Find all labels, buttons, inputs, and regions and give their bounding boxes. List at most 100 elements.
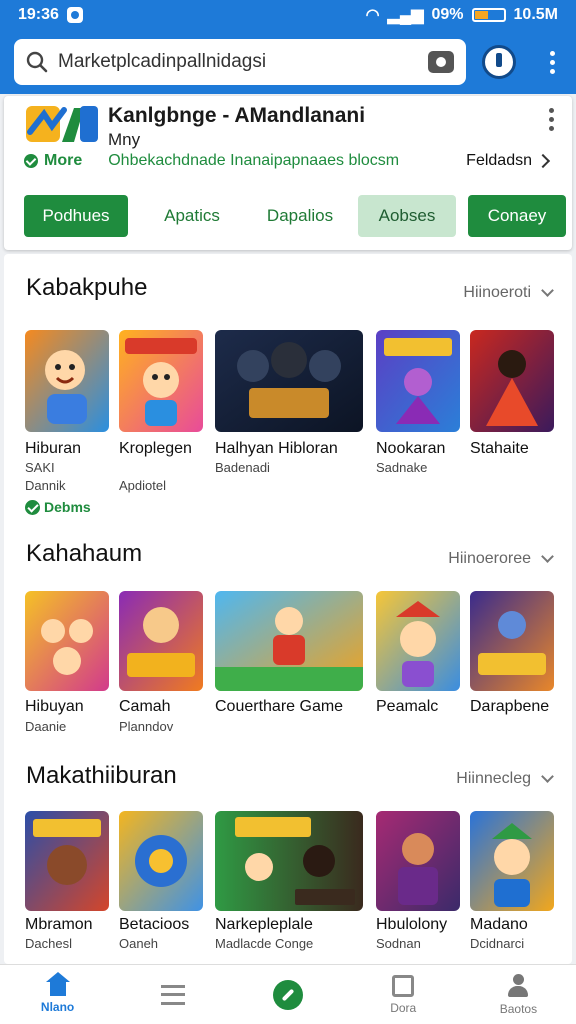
game-label: Madano <box>470 916 528 933</box>
game-tile-hbulolony[interactable] <box>376 811 460 911</box>
game-label: Camah <box>119 698 171 715</box>
verified-icon <box>24 154 38 168</box>
game-tile-betacioos[interactable] <box>119 811 203 911</box>
nav-home[interactable]: Nlano <box>0 965 115 1024</box>
game-tile-darapbene[interactable] <box>470 591 554 691</box>
game-tile-couerthare-game[interactable] <box>215 591 363 691</box>
notification-app-icon <box>66 7 83 23</box>
game-label: Peamalc <box>376 698 439 715</box>
game-label: Kroplegen <box>119 440 192 457</box>
game-tile-mbramon[interactable] <box>25 811 109 911</box>
chevron-down-icon <box>541 284 554 297</box>
game-sublabel: SAKI <box>25 460 55 475</box>
game-sublabel: Badenadi <box>215 460 270 475</box>
game-tile-halhyan-hibloran[interactable] <box>215 330 363 432</box>
nav-profile[interactable]: Baotos <box>461 965 576 1024</box>
chip-dapalios[interactable]: Dapalios <box>246 195 354 237</box>
app-description-row[interactable]: More Ohbekachdnade Inanaipapnaaes blocsm… <box>24 152 554 170</box>
game-label: Nookaran <box>376 440 446 457</box>
section-more-button[interactable]: Hiinnecleg <box>456 770 554 788</box>
nav-dora-label: Dora <box>390 1000 417 1015</box>
app-header-card: Kanlgbnge - AMandlanani Mny More Ohbekac… <box>4 96 572 250</box>
section-title: Kahahaum <box>26 540 143 567</box>
chip-podhues[interactable]: Podhues <box>24 195 128 237</box>
nav-dora[interactable]: Dora <box>346 965 461 1024</box>
battery-icon <box>471 8 506 22</box>
game-sublabel: Apdiotel <box>119 478 166 493</box>
game-sublabel: Planndov <box>119 719 174 734</box>
game-label: Betacioos <box>119 916 190 933</box>
section-more-label: Hiinnecleg <box>456 770 531 787</box>
game-tile-peamalc[interactable] <box>376 591 460 691</box>
section-more-label: Hiinoeroree <box>448 550 531 567</box>
game-tile-nookaran[interactable] <box>376 330 460 432</box>
battery-text: 09% <box>431 6 464 23</box>
nav-center[interactable] <box>230 965 345 1024</box>
game-sublabel: Sodnan <box>376 936 421 951</box>
app-more-icon[interactable] <box>549 108 554 131</box>
info-icon[interactable] <box>482 45 516 79</box>
section-more-button[interactable]: Hiinoeroti <box>463 284 554 302</box>
game-tile-hibuyan[interactable] <box>25 591 109 691</box>
section-more-label: Hiinoeroti <box>463 284 531 301</box>
search-icon <box>26 51 48 73</box>
game-label: Hbulolony <box>376 916 448 933</box>
game-tile-stahaite[interactable] <box>470 330 554 432</box>
list-icon <box>160 984 185 1005</box>
top-app-bar: Marketplcadinpallnidagsi <box>0 30 576 94</box>
bottom-navigation: Nlano Dora Baotos <box>0 964 576 1024</box>
game-sublabel: Sadnake <box>376 460 428 475</box>
game-tile-narkepleplale[interactable] <box>215 811 363 911</box>
search-input[interactable]: Marketplcadinpallnidagsi <box>58 51 418 73</box>
game-tile-madano[interactable] <box>470 811 554 911</box>
nav-list[interactable] <box>115 965 230 1024</box>
chevron-down-icon <box>541 550 554 563</box>
game-label: Hiburan <box>25 440 82 457</box>
chevron-right-icon[interactable] <box>535 153 551 169</box>
game-label: Hibuyan <box>25 698 84 715</box>
game-tile-kroplegen[interactable] <box>119 330 203 432</box>
status-bar: 19:36 ◠ ▂▄▆ 09% 10.5M <box>0 0 576 30</box>
game-label: Couerthare Game <box>215 698 344 715</box>
game-tile-camah[interactable] <box>119 591 203 691</box>
chip-conaey[interactable]: Conaey <box>468 195 566 237</box>
game-sublabel: Dannik <box>25 478 66 493</box>
content-card: Kabakpuhe Hiinoeroti Hiburan Kroplegen H… <box>4 254 572 964</box>
game-tile-hiburan[interactable] <box>25 330 109 432</box>
app-description: Ohbekachdnade Inanaipapnaaes blocsm <box>108 152 400 169</box>
game-sublabel: Daanie <box>25 719 67 734</box>
more-vert-icon[interactable] <box>540 45 564 79</box>
game-label: Narkepleplale <box>215 916 313 933</box>
check-icon <box>25 499 40 515</box>
game-sublabel: Madlacde Conge <box>215 936 314 951</box>
box-icon <box>392 974 415 997</box>
more-link[interactable]: More <box>44 152 82 170</box>
chip-aobses[interactable]: Aobses <box>358 195 456 237</box>
app-title: Kanlgbnge - AMandlanani <box>108 104 366 127</box>
description-link[interactable]: Feldadsn <box>466 152 532 170</box>
game-label: Halhyan Hibloran <box>215 440 338 457</box>
camera-icon[interactable] <box>428 51 454 73</box>
category-chips: Podhues Apatics Dapalios Aobses Conaey <box>24 195 566 237</box>
section-more-button[interactable]: Hiinoeroree <box>448 550 554 568</box>
status-clock-right: 10.5M <box>513 6 558 23</box>
status-time: 19:36 <box>18 6 59 23</box>
game-sublabel: Dcidnarci <box>470 936 525 951</box>
chip-apatics[interactable]: Apatics <box>138 195 246 237</box>
search-bar[interactable]: Marketplcadinpallnidagsi <box>14 39 466 85</box>
badge-label: Debms <box>44 499 91 515</box>
game-sublabel: Oaneh <box>119 936 159 951</box>
game-label: Stahaite <box>470 440 529 457</box>
game-label: Mbramon <box>25 916 93 933</box>
check-circle-icon <box>273 979 303 1010</box>
wifi-icon: ◠ <box>365 7 380 24</box>
app-logo <box>26 106 98 142</box>
section-title: Kabakpuhe <box>26 274 148 301</box>
section-title: Makathiiburan <box>26 762 177 789</box>
signal-icon: ▂▄▆ <box>387 7 424 24</box>
verified-badge: Debms <box>25 499 91 515</box>
game-label: Darapbene <box>470 698 550 715</box>
nav-profile-label: Baotos <box>499 1001 538 1016</box>
person-icon <box>506 973 530 998</box>
app-subtitle: Mny <box>108 130 141 149</box>
